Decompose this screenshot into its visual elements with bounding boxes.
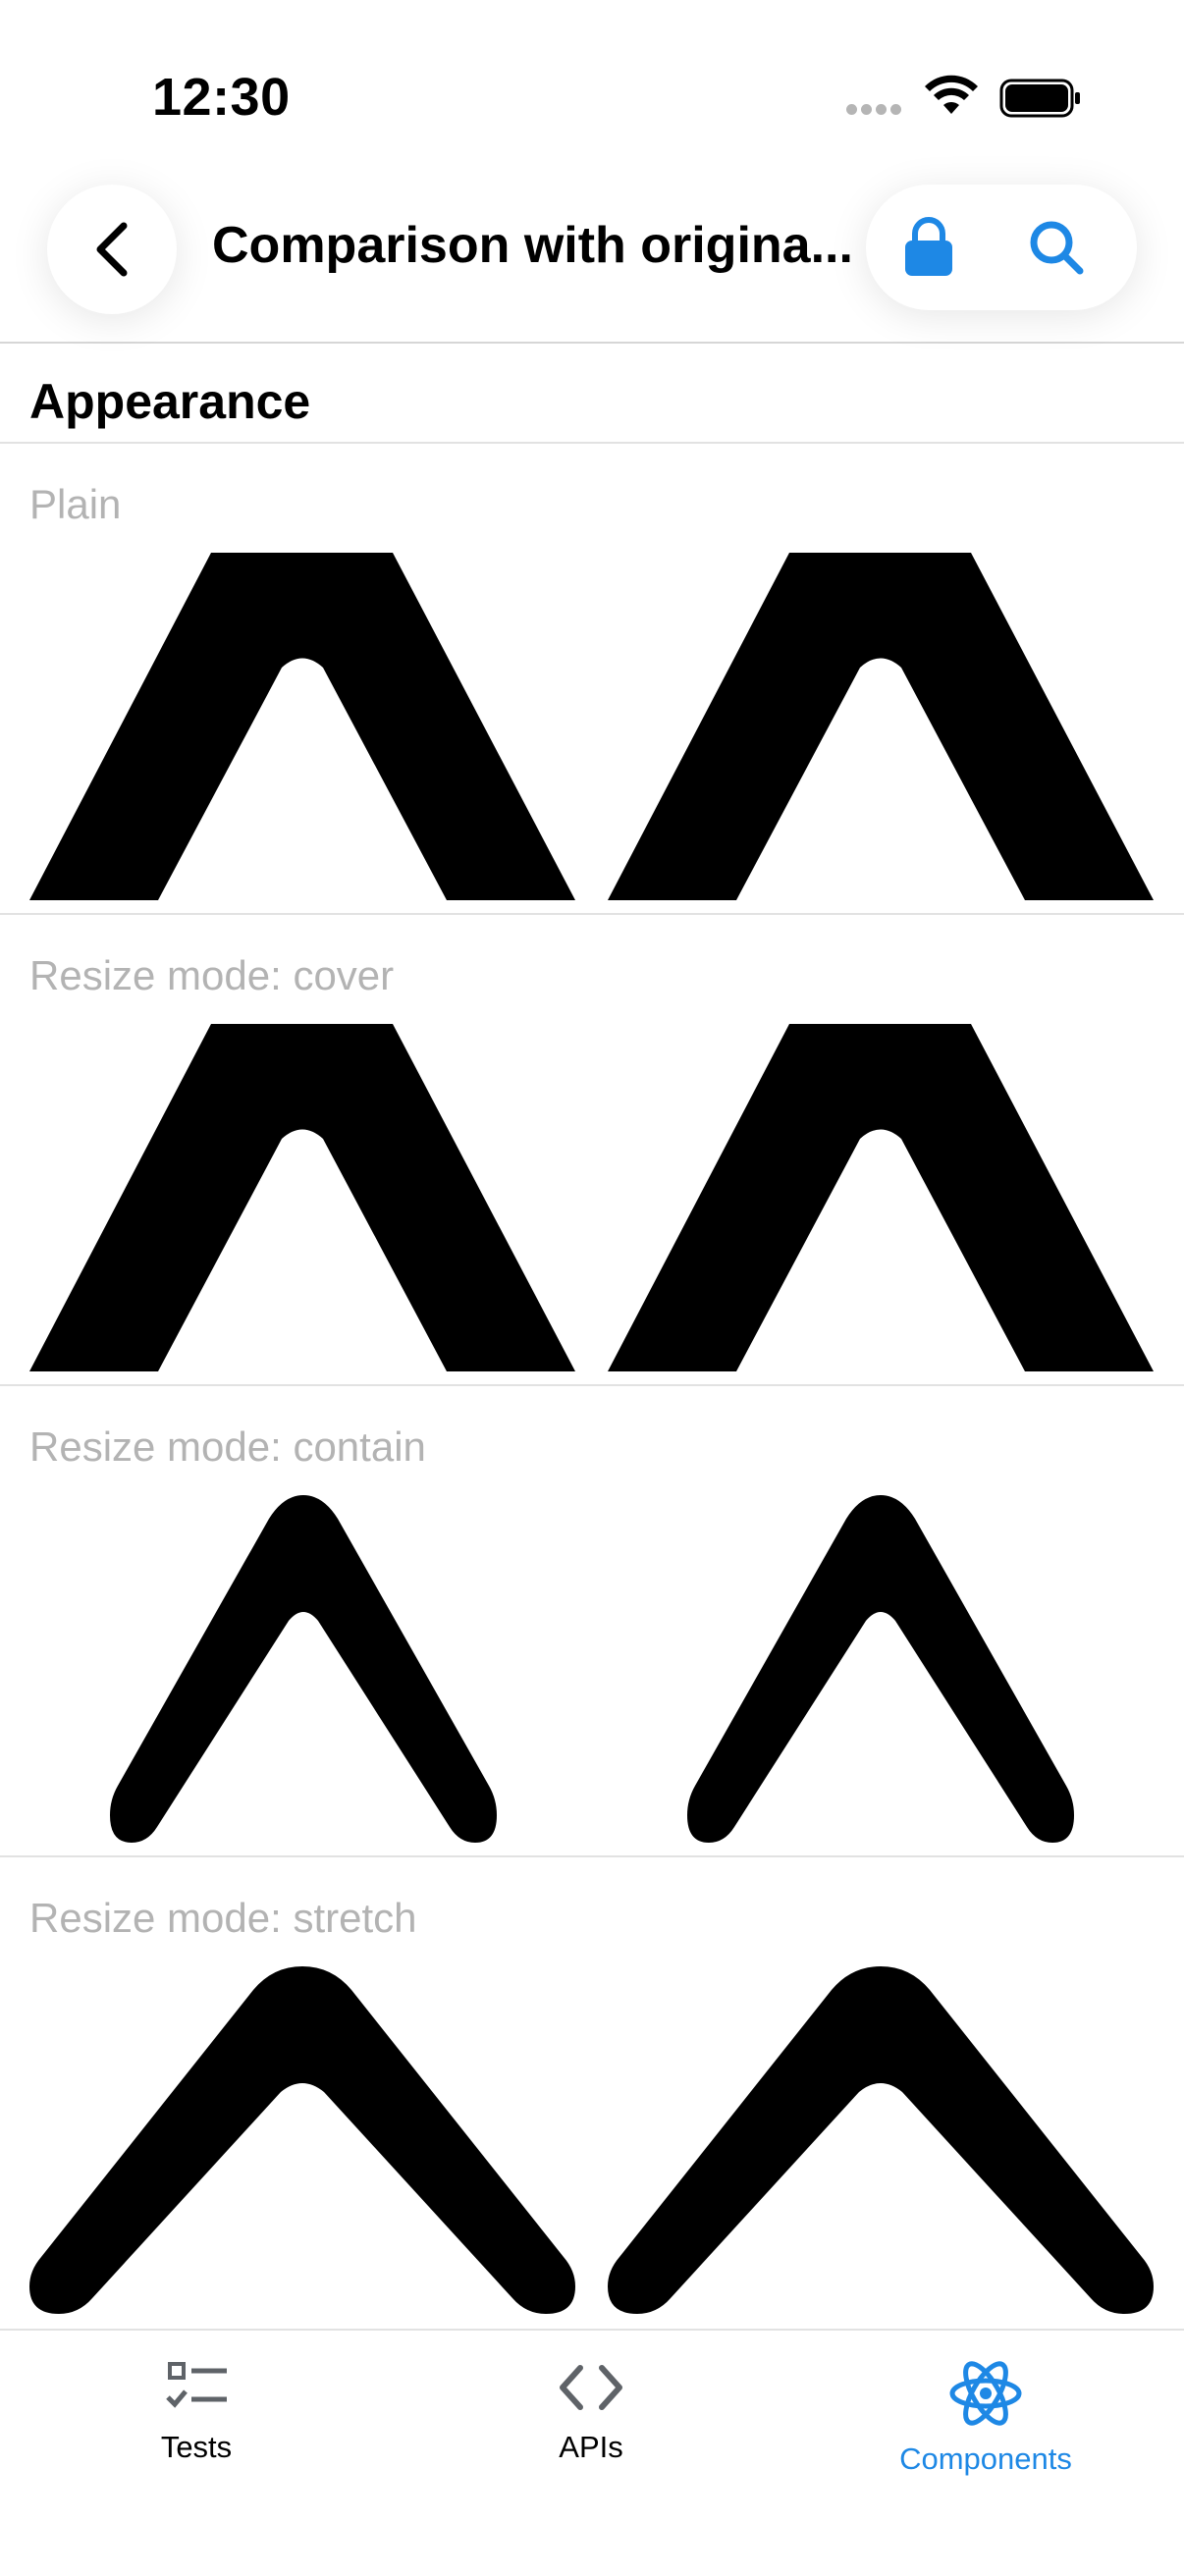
- section-title: Appearance: [29, 374, 311, 429]
- tab-components[interactable]: Components: [838, 2360, 1133, 2477]
- expo-logo-image: [608, 553, 1154, 900]
- tests-checklist-icon: [166, 2362, 227, 2408]
- divider: [0, 442, 1184, 444]
- row-label-cover: Resize mode: cover: [29, 952, 395, 998]
- divider: [0, 1384, 1184, 1386]
- tab-tests[interactable]: Tests: [49, 2360, 344, 2465]
- expo-logo-image: [687, 1495, 1074, 1843]
- expo-logo-image: [29, 553, 575, 900]
- lock-button[interactable]: [895, 214, 962, 281]
- lock-icon: [905, 217, 952, 276]
- divider: [0, 913, 1184, 915]
- expo-logo-image: [29, 1966, 575, 2314]
- search-button[interactable]: [1023, 214, 1090, 281]
- react-atom-icon: [949, 2361, 1022, 2426]
- tab-bar: Tests APIs Components: [0, 2329, 1184, 2576]
- row-label-stretch: Resize mode: stretch: [29, 1895, 417, 1941]
- tab-label: APIs: [559, 2430, 623, 2464]
- status-time: 12:30: [152, 68, 291, 127]
- tab-apis[interactable]: APIs: [444, 2360, 738, 2465]
- wifi-icon: [925, 75, 978, 114]
- code-brackets-icon: [560, 2365, 622, 2410]
- expo-logo-image: [29, 1024, 575, 1371]
- row-label-plain: Plain: [29, 481, 122, 527]
- expo-logo-image: [110, 1495, 497, 1843]
- battery-icon: [999, 79, 1080, 118]
- row-label-contain: Resize mode: contain: [29, 1423, 426, 1470]
- expo-logo-image: [608, 1024, 1154, 1371]
- back-button[interactable]: [47, 185, 177, 314]
- divider: [0, 1855, 1184, 1857]
- expo-logo-image: [608, 1966, 1154, 2314]
- page-title: Comparison with origina...: [212, 217, 853, 274]
- tab-label: Components: [899, 2442, 1072, 2476]
- chevron-left-icon: [96, 222, 128, 277]
- header-actions: [866, 185, 1137, 310]
- tab-label: Tests: [160, 2430, 233, 2464]
- search-icon: [1030, 221, 1084, 275]
- cellular-signal-icon: [846, 102, 905, 120]
